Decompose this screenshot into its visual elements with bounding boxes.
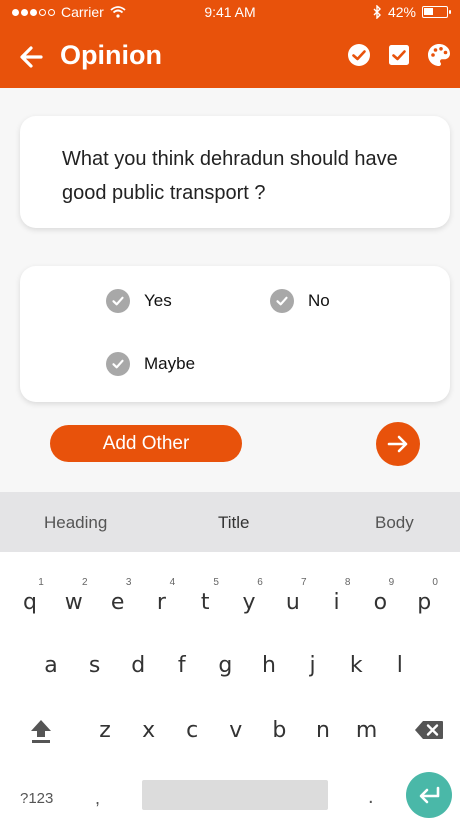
check-circle-icon — [270, 289, 294, 313]
option-no[interactable]: No — [270, 289, 330, 313]
period-key[interactable]: . — [368, 786, 374, 809]
key-k[interactable]: k — [341, 653, 371, 678]
enter-icon — [419, 786, 440, 804]
arrow-right-icon — [387, 435, 408, 453]
check-circle-icon — [106, 289, 130, 313]
key-number-hint: 3 — [125, 577, 132, 588]
battery-percent: 42% — [387, 4, 416, 20]
page-title: Opinion — [60, 40, 162, 70]
status-bar: Carrier 9:41 AM 42% — [0, 0, 460, 24]
check-circle-icon — [106, 352, 130, 376]
suggestion-heading[interactable]: Heading — [44, 513, 107, 533]
app-bar: Opinion — [0, 28, 460, 88]
symbols-key[interactable]: ?123 — [20, 790, 53, 807]
backspace-icon[interactable] — [414, 720, 444, 740]
space-bar[interactable] — [142, 780, 328, 810]
option-label: Yes — [144, 291, 172, 310]
key-y[interactable]: y — [234, 590, 264, 615]
enter-button[interactable] — [406, 772, 452, 818]
key-e[interactable]: e — [103, 590, 133, 615]
key-number-hint: 2 — [82, 577, 88, 588]
key-l[interactable]: l — [385, 653, 415, 678]
key-number-hint: 9 — [388, 577, 395, 588]
keyboard: ?123 , . q 1 w 2 e 3 r 4 t 5 y 6 u 7 i 8 o 9 p 0 asdfghjkl zx… — [0, 552, 460, 829]
check-circle-icon — [348, 44, 370, 66]
key-c[interactable]: c — [177, 718, 207, 743]
key-o[interactable]: o — [365, 590, 395, 615]
suggestion-body[interactable]: Body — [375, 513, 414, 533]
key-t[interactable]: t — [190, 590, 220, 615]
key-i[interactable]: i — [322, 590, 352, 615]
keyboard-suggestion-bar: Heading Title Body — [0, 492, 460, 552]
key-number-hint: 5 — [213, 577, 219, 588]
next-button[interactable] — [376, 422, 420, 466]
key-b[interactable]: b — [264, 718, 294, 743]
bluetooth-icon — [373, 5, 381, 19]
add-other-button[interactable]: Add Other — [50, 425, 242, 462]
option-label: No — [308, 291, 330, 310]
key-a[interactable]: a — [36, 653, 66, 678]
option-yes[interactable]: Yes — [106, 289, 172, 313]
back-arrow-icon[interactable] — [16, 42, 46, 72]
key-number-hint: 8 — [344, 577, 351, 588]
shift-icon[interactable] — [30, 718, 52, 744]
option-label: Maybe — [144, 354, 196, 373]
options-card: Yes No Maybe — [20, 266, 450, 402]
key-z[interactable]: z — [90, 718, 120, 743]
key-s[interactable]: s — [80, 653, 110, 678]
key-n[interactable]: n — [308, 718, 338, 743]
suggestion-title[interactable]: Title — [218, 513, 250, 533]
key-h[interactable]: h — [254, 653, 284, 678]
check-circle-button[interactable] — [346, 42, 372, 68]
app-header: Carrier 9:41 AM 42% Opinion — [0, 0, 460, 88]
battery-icon — [422, 6, 451, 18]
checkbox-icon — [389, 45, 409, 65]
palette-icon — [428, 44, 450, 66]
question-text: What you think dehradun should have good… — [62, 148, 398, 204]
key-f[interactable]: f — [167, 653, 197, 678]
key-j[interactable]: j — [298, 653, 328, 678]
key-m[interactable]: m — [352, 718, 382, 743]
key-number-hint: 6 — [257, 577, 263, 588]
key-number-hint: 0 — [432, 577, 438, 588]
question-card: What you think dehradun should have good… — [20, 116, 450, 228]
key-number-hint: 1 — [38, 577, 44, 588]
key-r[interactable]: r — [146, 590, 176, 615]
palette-button[interactable] — [426, 42, 452, 68]
key-v[interactable]: v — [221, 718, 251, 743]
checkbox-button[interactable] — [386, 42, 412, 68]
key-number-hint: 4 — [169, 577, 176, 588]
option-maybe[interactable]: Maybe — [106, 352, 195, 376]
key-number-hint: 7 — [301, 577, 307, 588]
key-q[interactable]: q — [15, 590, 45, 615]
key-u[interactable]: u — [278, 590, 308, 615]
key-p[interactable]: p — [409, 590, 439, 615]
key-g[interactable]: g — [210, 653, 240, 678]
key-d[interactable]: d — [123, 653, 153, 678]
key-w[interactable]: w — [59, 590, 89, 615]
status-right: 42% — [373, 4, 451, 20]
comma-key[interactable]: , — [95, 788, 100, 809]
key-x[interactable]: x — [134, 718, 164, 743]
